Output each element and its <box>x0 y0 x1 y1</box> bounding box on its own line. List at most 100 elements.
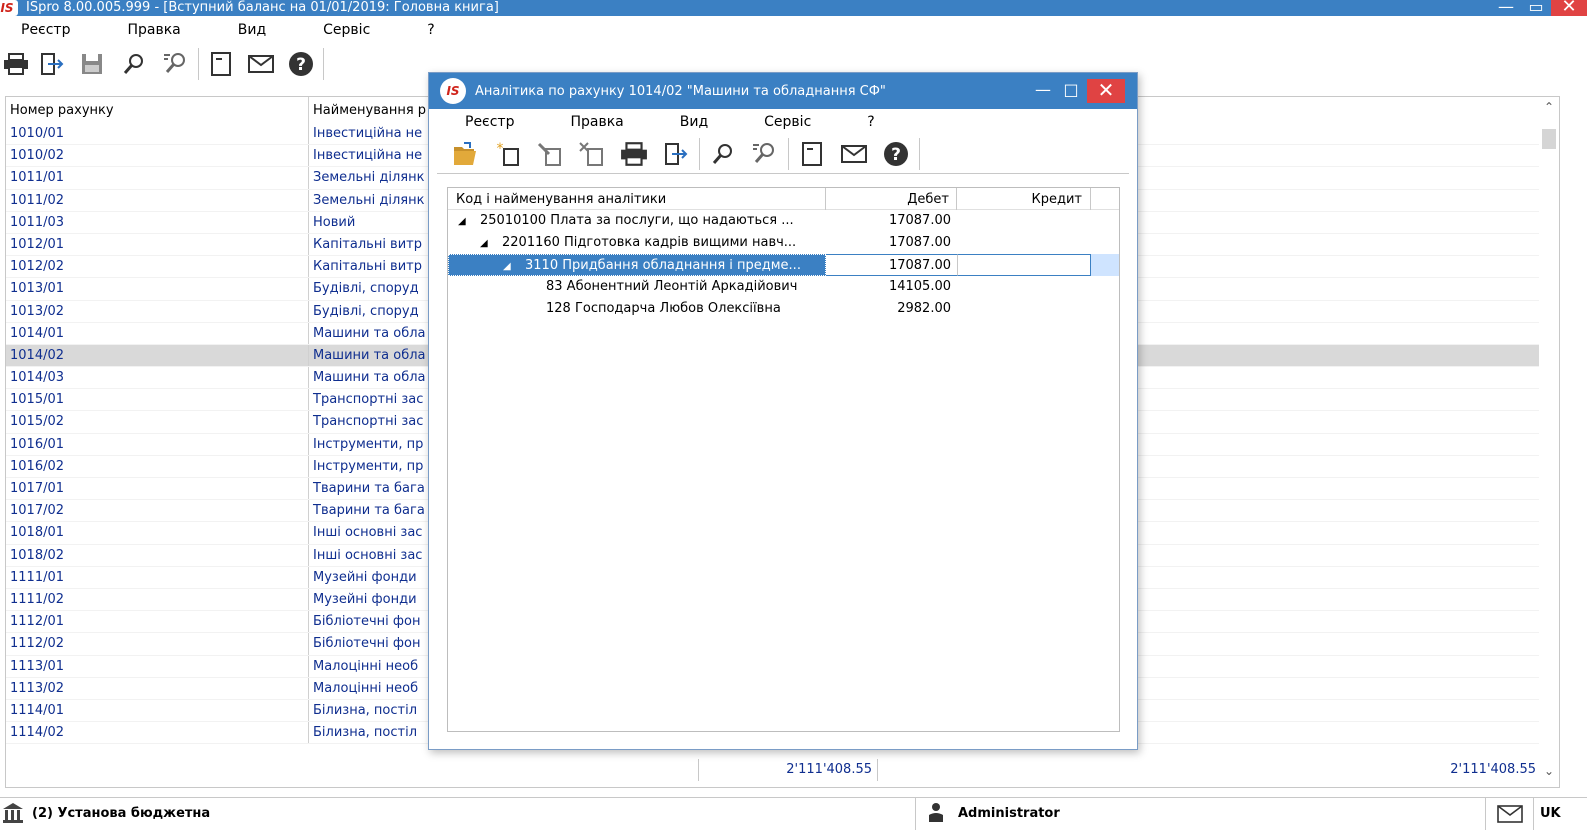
mail-icon[interactable] <box>241 46 281 82</box>
total-debit: 2'111'408.55 <box>698 759 878 781</box>
account-code: 1014/03 <box>6 367 309 389</box>
analytics-name: 83 Абонентний Леонтій Аркадійович <box>546 279 798 294</box>
dialog-menu-service[interactable]: Сервіс <box>728 114 811 130</box>
svg-text:*: * <box>497 141 504 157</box>
edit-document-icon[interactable] <box>529 136 571 172</box>
analytics-name: 128 Господарча Любов Олексіївна <box>546 301 781 316</box>
app-logo: IS <box>0 0 18 16</box>
dialog-exit-icon[interactable] <box>655 136 697 172</box>
toolbar-separator <box>788 137 789 170</box>
account-code: 1014/01 <box>6 322 309 344</box>
analytics-debit: 2982.00 <box>897 301 951 316</box>
account-code: 1012/01 <box>6 233 309 256</box>
status-user[interactable]: Administrator <box>916 797 1486 830</box>
column-debit[interactable]: Дебет <box>826 188 957 210</box>
analytics-name-cell: ◢ 3110 Придбання обладнання і предме... <box>448 254 826 276</box>
account-code: 1014/02 <box>6 344 309 367</box>
account-code: 1011/03 <box>6 211 309 233</box>
minimize-icon[interactable]: — <box>1491 0 1521 16</box>
dialog-print-icon[interactable] <box>613 136 655 172</box>
status-mail-icon[interactable] <box>1486 797 1534 830</box>
building-icon <box>2 801 24 827</box>
account-code: 1113/01 <box>6 655 309 677</box>
account-code: 1018/01 <box>6 522 309 544</box>
tree-expanded-icon[interactable]: ◢ <box>458 211 470 232</box>
vertical-scrollbar[interactable]: ⌃ ⌄ <box>1539 97 1559 787</box>
document-icon[interactable] <box>201 46 241 82</box>
account-code: 1016/02 <box>6 455 309 477</box>
search-next-icon[interactable] <box>156 46 196 82</box>
analytics-debit: 14105.00 <box>888 279 951 294</box>
dialog-window-controls: — □ ✕ <box>1029 79 1125 103</box>
menu-service[interactable]: Сервіс <box>302 22 370 38</box>
account-code: 1015/01 <box>6 389 309 411</box>
account-code: 1013/01 <box>6 278 309 300</box>
dialog-logo: IS <box>440 78 466 104</box>
dialog-menu-edit[interactable]: Правка <box>534 114 623 130</box>
scroll-down-icon[interactable]: ⌄ <box>1539 761 1559 781</box>
analytics-tree-table: Код і найменування аналітики Дебет Креди… <box>447 187 1120 732</box>
dialog-minimize-icon[interactable]: — <box>1029 79 1057 103</box>
dialog-menu: Реєстр Правка Вид Сервіс ? <box>429 110 1137 134</box>
maximize-icon[interactable]: ▭ <box>1521 0 1551 16</box>
dialog-menu-registry[interactable]: Реєстр <box>429 114 514 130</box>
menu-view[interactable]: Вид <box>217 22 266 38</box>
dialog-menu-view[interactable]: Вид <box>644 114 708 130</box>
analytics-row[interactable]: ◢ 25010100 Плата за послуги, що надаються… <box>448 210 1119 232</box>
column-account-number[interactable]: Номер рахунку <box>6 97 309 123</box>
account-code: 1017/01 <box>6 478 309 500</box>
account-code: 1015/02 <box>6 411 309 433</box>
user-name: Administrator <box>958 806 1060 821</box>
analytics-name-cell: ◢ 25010100 Плата за послуги, що надаються… <box>448 210 826 232</box>
svg-text:?: ? <box>891 145 901 165</box>
analytics-name: 3110 Придбання обладнання і предме... <box>525 258 801 273</box>
help-icon[interactable]: ? <box>281 46 321 82</box>
analytics-row[interactable]: ◢ 3110 Придбання обладнання і предме... 17… <box>448 254 1119 276</box>
account-code: 1112/02 <box>6 633 309 655</box>
account-code: 1018/02 <box>6 544 309 566</box>
toolbar-separator <box>699 137 700 170</box>
analytics-row[interactable]: 128 Господарча Любов Олексіївна 2982.00 <box>448 298 1119 320</box>
account-code: 1012/02 <box>6 256 309 278</box>
status-bar: (2) Установа бюджетна Administrator UK <box>0 797 1587 830</box>
menu-help[interactable]: ? <box>406 22 434 38</box>
menu-edit[interactable]: Правка <box>106 22 180 38</box>
account-code: 1011/02 <box>6 189 309 211</box>
delete-document-icon[interactable] <box>571 136 613 172</box>
save-icon[interactable] <box>72 46 112 82</box>
dialog-search-next-icon[interactable] <box>744 136 786 172</box>
toolbar-separator <box>198 48 199 80</box>
menu-registry[interactable]: Реєстр <box>0 22 70 38</box>
status-language[interactable]: UK <box>1534 806 1561 821</box>
account-code: 1010/01 <box>6 123 309 145</box>
account-code: 1010/02 <box>6 145 309 167</box>
close-icon[interactable]: ✕ <box>1551 0 1587 16</box>
main-menu: Реєстр Правка Вид Сервіс ? <box>0 19 1587 41</box>
account-code: 1011/01 <box>6 167 309 189</box>
dialog-menu-help[interactable]: ? <box>831 114 874 130</box>
dialog-close-icon[interactable]: ✕ <box>1087 79 1125 103</box>
analytics-row[interactable]: ◢ 2201160 Підготовка кадрів вищими навч..… <box>448 232 1119 254</box>
tree-expanded-icon[interactable]: ◢ <box>503 256 515 275</box>
analytics-dialog: IS Аналітика по рахунку 1014/02 "Машини … <box>428 72 1138 750</box>
scroll-up-icon[interactable]: ⌃ <box>1539 97 1559 117</box>
new-document-icon[interactable]: * <box>487 136 529 172</box>
dialog-mail-icon[interactable] <box>833 136 875 172</box>
status-organization[interactable]: (2) Установа бюджетна <box>0 797 916 830</box>
exit-icon[interactable] <box>32 46 72 82</box>
analytics-row[interactable]: 83 Абонентний Леонтій Аркадійович 14105.0… <box>448 276 1119 298</box>
dialog-document-icon[interactable] <box>791 136 833 172</box>
dialog-search-icon[interactable] <box>702 136 744 172</box>
account-code: 1114/01 <box>6 699 309 722</box>
print-icon[interactable] <box>0 46 32 82</box>
search-icon[interactable] <box>112 46 156 82</box>
svg-text:?: ? <box>296 55 306 75</box>
column-analytics-name[interactable]: Код і найменування аналітики <box>448 188 826 210</box>
folder-open-icon[interactable] <box>445 136 487 172</box>
account-code: 1111/01 <box>6 566 309 588</box>
dialog-help-icon[interactable]: ? <box>875 136 917 172</box>
column-credit[interactable]: Кредит <box>957 188 1091 210</box>
scroll-thumb[interactable] <box>1542 129 1556 149</box>
dialog-maximize-icon[interactable]: □ <box>1057 79 1085 103</box>
tree-expanded-icon[interactable]: ◢ <box>480 233 492 254</box>
